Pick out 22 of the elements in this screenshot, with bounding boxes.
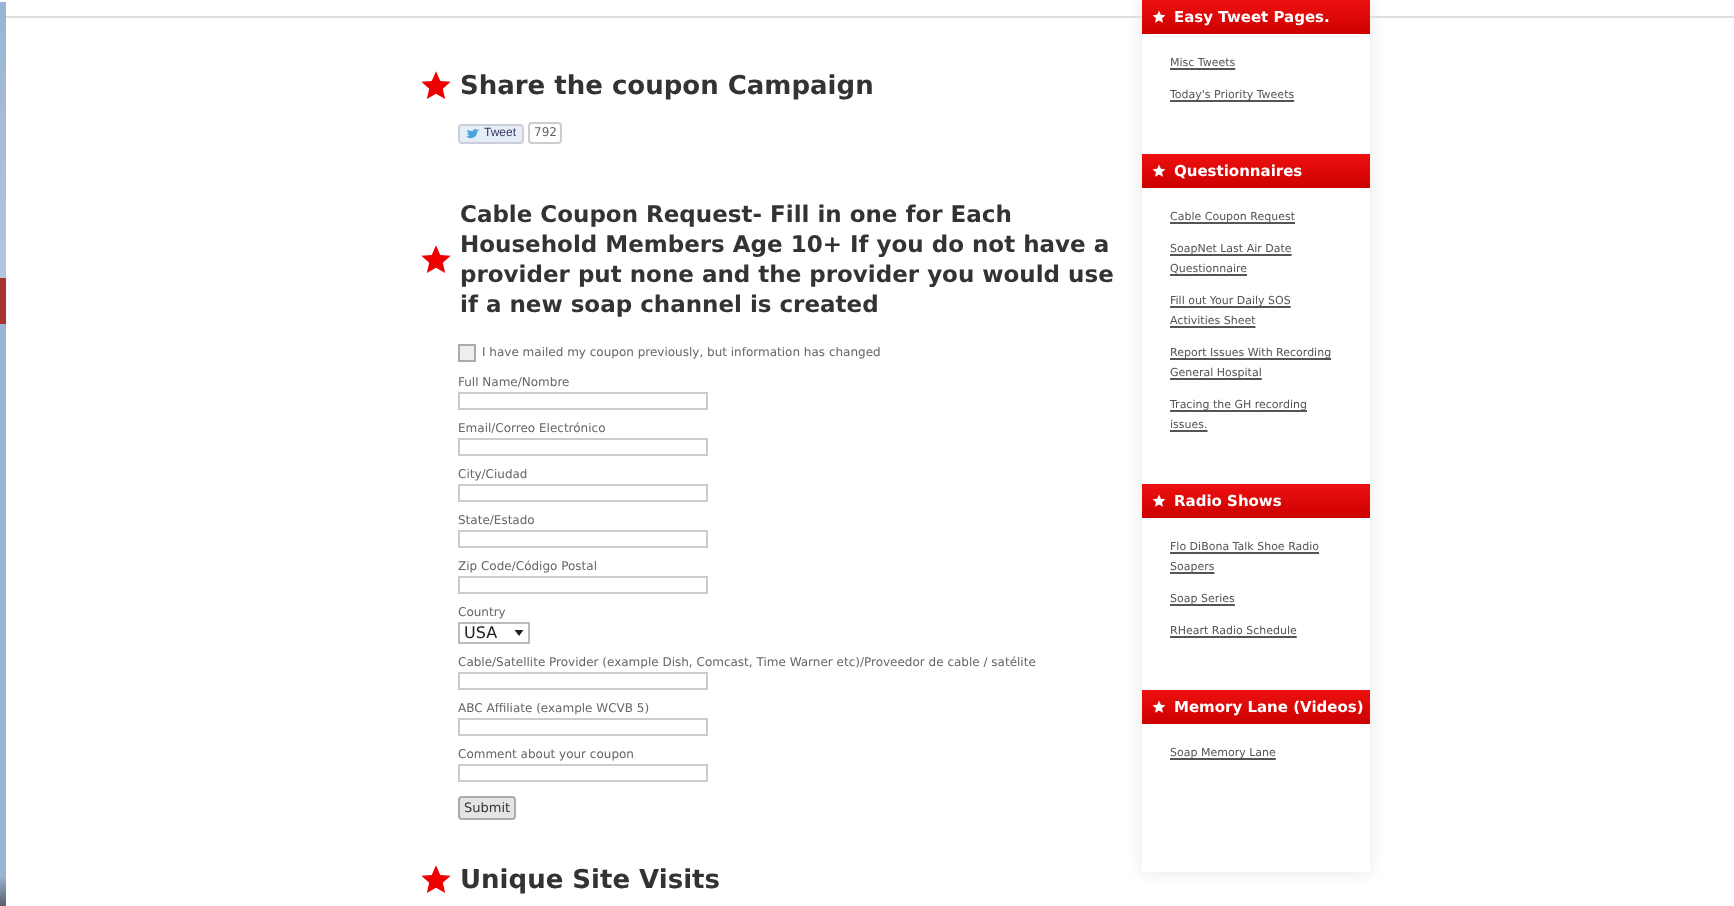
input-field[interactable] [458, 392, 708, 410]
caret-icon [513, 630, 524, 636]
star-icon [1152, 10, 1166, 24]
star-icon [420, 244, 452, 276]
checkbox[interactable] [458, 344, 476, 362]
country-dropdown[interactable]: USA [458, 622, 530, 644]
input-field[interactable] [458, 764, 708, 782]
star-icon [420, 70, 452, 102]
form-heading: Cable Coupon Request- Fill in one for Each Household Members Age 10+ If you do not have a provider put none and the provider you would use if a new soap channel is created [460, 200, 1116, 320]
bird-icon [466, 127, 480, 139]
input-field[interactable] [458, 530, 708, 548]
input-field[interactable] [458, 718, 708, 736]
input-field[interactable] [458, 484, 708, 502]
star-icon [420, 864, 452, 896]
section-heading: Share the coupon Campaign [460, 71, 874, 101]
star-icon [1152, 164, 1166, 178]
input-field[interactable] [458, 438, 708, 456]
input-field[interactable] [458, 576, 708, 594]
star-icon [1152, 700, 1166, 714]
input-field[interactable] [458, 672, 708, 690]
star-icon [1152, 494, 1166, 508]
section-heading: Unique Site Visits [460, 865, 720, 895]
